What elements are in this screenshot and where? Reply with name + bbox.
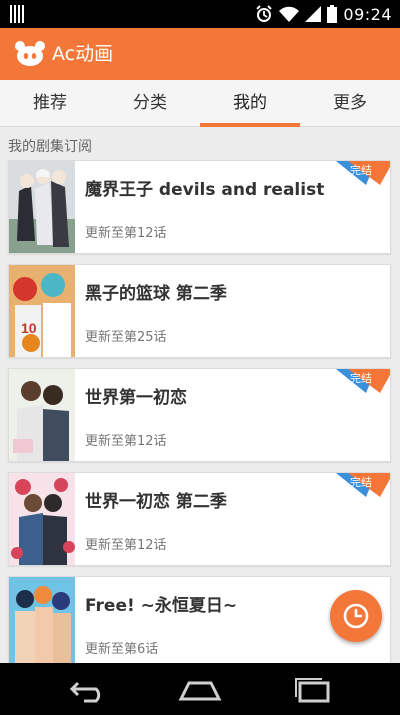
- status-icons: 09:24: [255, 0, 392, 28]
- signal-icon: [305, 6, 322, 22]
- cover-image: [9, 577, 75, 669]
- completed-badge: 完结: [336, 369, 390, 393]
- series-title: Free! ~永恒夏日~: [85, 596, 238, 616]
- alarm-icon: [256, 5, 273, 22]
- clock-time: 09:24: [343, 4, 392, 24]
- completed-badge: 完结: [336, 161, 390, 185]
- series-title: 世界第一初恋: [85, 388, 187, 408]
- tab-mine[interactable]: 我的: [200, 80, 300, 127]
- list-item[interactable]: 10 黑子的篮球 第二季 更新至第25话: [8, 264, 391, 358]
- completed-badge: 完结: [336, 473, 390, 497]
- cover-image: [9, 473, 75, 565]
- wifi-icon: [279, 6, 300, 22]
- navigation-bar: [0, 663, 400, 715]
- tab-category[interactable]: 分类: [100, 80, 200, 126]
- tab-recommend[interactable]: 推荐: [0, 80, 100, 126]
- ac-logo-icon[interactable]: [14, 40, 46, 68]
- tab-bar: 推荐 分类 我的 更多: [0, 80, 400, 127]
- home-icon[interactable]: [175, 675, 225, 703]
- completed-badge-text: 完结: [350, 372, 372, 385]
- update-status: 更新至第6话: [85, 642, 159, 657]
- list-item[interactable]: 世界第一初恋 更新至第12话 完结: [8, 368, 391, 462]
- update-status: 更新至第25话: [85, 330, 167, 345]
- status-bar: 09:24: [0, 0, 400, 28]
- section-title: 我的剧集订阅: [8, 139, 92, 155]
- cover-image: [9, 161, 75, 253]
- update-status: 更新至第12话: [85, 538, 167, 553]
- app-title: Ac动画: [52, 43, 114, 65]
- battery-icon: [327, 5, 338, 23]
- cover-image: 10: [9, 265, 75, 357]
- clock-icon: [343, 603, 369, 629]
- recents-icon[interactable]: [288, 675, 338, 703]
- series-title: 世界一初恋 第二季: [85, 492, 227, 512]
- svg-text:10: 10: [21, 320, 37, 336]
- series-title: 黑子的篮球 第二季: [85, 284, 227, 304]
- list-item[interactable]: 世界一初恋 第二季 更新至第12话 完结: [8, 472, 391, 566]
- history-button[interactable]: [330, 590, 382, 642]
- sim-icon: [10, 5, 24, 23]
- completed-badge-text: 完结: [350, 164, 372, 177]
- update-status: 更新至第12话: [85, 226, 167, 241]
- completed-badge-text: 完结: [350, 476, 372, 489]
- update-status: 更新至第12话: [85, 434, 167, 449]
- back-icon[interactable]: [62, 675, 112, 703]
- series-title: 魔界王子 devils and realist: [85, 180, 325, 200]
- app-bar: Ac动画: [0, 28, 400, 80]
- list-item[interactable]: 魔界王子 devils and realist 更新至第12话 完结: [8, 160, 391, 254]
- cover-image: [9, 369, 75, 461]
- tab-more[interactable]: 更多: [300, 80, 400, 126]
